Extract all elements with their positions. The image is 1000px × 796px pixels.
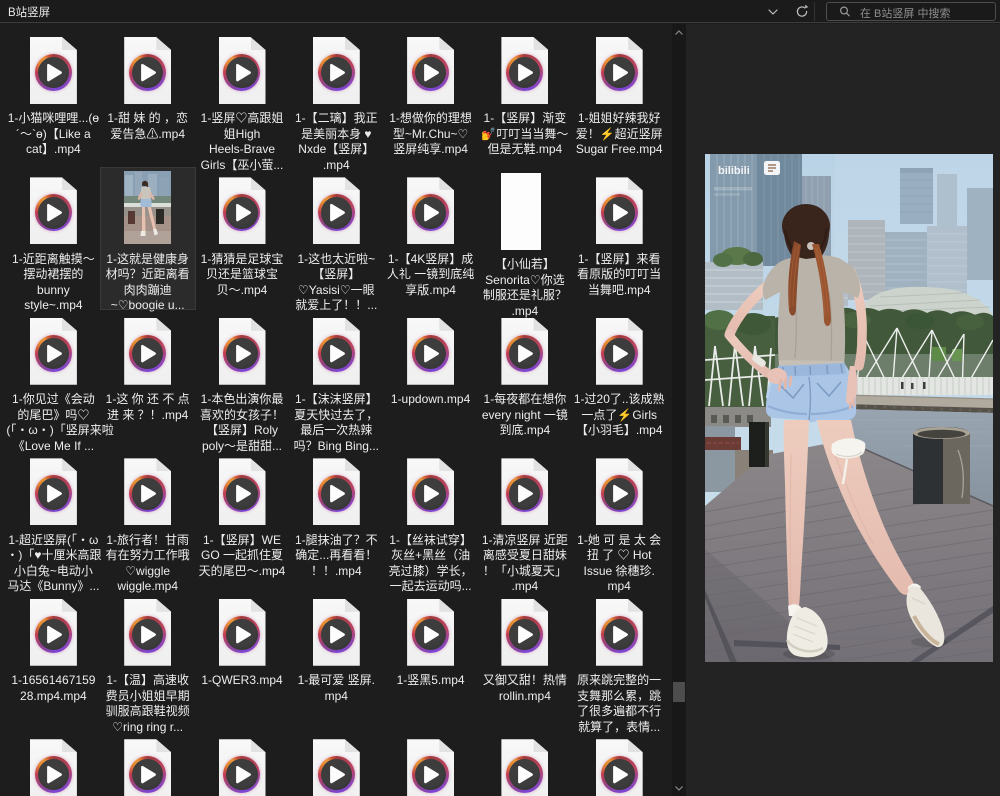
svg-text:bilibili: bilibili: [718, 165, 750, 177]
